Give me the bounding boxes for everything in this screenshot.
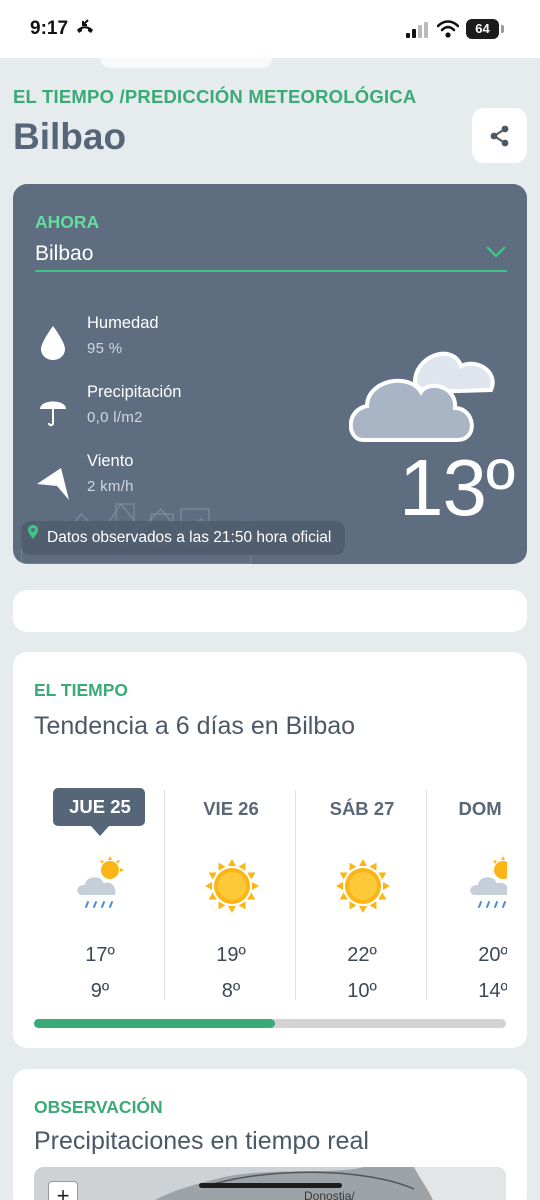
status-bar: 9:17 64 [0, 0, 540, 58]
forecast-day[interactable]: VIE 26 19º 8º [166, 788, 296, 1000]
battery-level: 64 [466, 19, 499, 39]
day-name: VIE 26 [203, 798, 259, 819]
day-max-temp: 22º [347, 944, 377, 966]
day-separator [164, 790, 165, 1000]
day-separator [426, 790, 427, 1000]
day-name: JUE 25 [69, 796, 131, 817]
day-max-temp: 17º [85, 944, 115, 966]
day-name: DOM 28 [458, 798, 507, 819]
forecast-day[interactable]: DOM 28 20º 14º [428, 788, 507, 1000]
sun-icon [336, 859, 390, 913]
signal-icon [406, 22, 428, 38]
metric-precipitation: Precipitación 0,0 l/m2 [35, 383, 275, 433]
metric-wind: Viento 2 km/h [35, 452, 275, 502]
wifi-icon [437, 20, 459, 38]
home-indicator[interactable] [199, 1183, 342, 1188]
page-title: Bilbao [13, 116, 127, 157]
scrollbar-thumb[interactable] [34, 1019, 275, 1028]
map-zoom-in-button[interactable]: + [48, 1181, 78, 1200]
day-max-temp: 19º [216, 944, 246, 966]
wind-direction-icon [37, 468, 69, 500]
empty-card [13, 590, 527, 632]
metric-value: 2 km/h [87, 478, 134, 495]
cloudy-icon [349, 351, 495, 442]
metric-value: 0,0 l/m2 [87, 409, 143, 426]
day-min-temp: 8º [221, 980, 241, 1000]
drop-icon [41, 326, 65, 360]
status-time: 9:17 [30, 18, 69, 39]
now-label: AHORA [35, 212, 100, 232]
breadcrumb[interactable]: EL TIEMPO /PREDICCIÓN METEOROLÓGICA [13, 86, 416, 108]
location-select[interactable]: Bilbao [35, 240, 507, 272]
metric-label: Precipitación [87, 383, 182, 401]
location-value: Bilbao [35, 242, 94, 265]
forecast-day[interactable]: JUE 25 17º 9º [35, 788, 165, 1000]
location-pin-icon [28, 525, 38, 539]
forecast-scrollbar[interactable] [34, 1019, 506, 1028]
metric-label: Humedad [87, 314, 159, 332]
day-max-temp: 20º [478, 944, 507, 966]
observed-time-badge: Datos observados a las 21:50 hora oficia… [21, 521, 346, 555]
observed-text: Datos observados a las 21:50 hora oficia… [47, 529, 332, 546]
day-min-temp: 14º [478, 980, 507, 1000]
forecast-kicker: EL TIEMPO [34, 680, 128, 700]
metric-humidity: Humedad 95 % [35, 314, 275, 364]
forecast-day[interactable]: SÁB 27 22º 10º [297, 788, 427, 1000]
current-weather-card: AHORA Bilbao Humedad 95 % Precipitación … [13, 184, 527, 564]
share-button[interactable] [472, 108, 527, 163]
share-icon [490, 125, 508, 146]
day-separator [295, 790, 296, 1000]
day-min-temp: 10º [347, 980, 377, 1000]
metric-value: 95 % [87, 340, 123, 357]
cloud-sun-rain-icon [75, 856, 124, 908]
day-name: SÁB 27 [329, 798, 395, 819]
cloud-sun-rain-icon [468, 856, 507, 908]
observation-kicker: OBSERVACIÓN [34, 1097, 163, 1117]
observation-card: OBSERVACIÓN Precipitaciones en tiempo re… [13, 1069, 527, 1200]
day-min-temp: 9º [90, 980, 110, 1000]
forecast-days-strip[interactable]: JUE 25 17º 9º VIE 26 19º 8º SÁB 27 22º 1… [35, 788, 507, 1000]
top-pill [100, 58, 272, 68]
battery-cap [501, 25, 504, 33]
sun-icon [205, 859, 259, 913]
forecast-card: EL TIEMPO Tendencia a 6 días en Bilbao J… [13, 652, 527, 1048]
umbrella-icon [40, 401, 66, 427]
battery-indicator: 64 [466, 19, 504, 39]
metric-label: Viento [87, 452, 134, 470]
phone-call-icon [77, 19, 93, 33]
map-place-label: Donostia/ [304, 1189, 355, 1200]
chevron-down-icon [486, 246, 506, 258]
current-temperature: 13º [399, 443, 515, 532]
observation-title: Precipitaciones en tiempo real [34, 1127, 369, 1155]
forecast-title: Tendencia a 6 días en Bilbao [34, 712, 356, 740]
